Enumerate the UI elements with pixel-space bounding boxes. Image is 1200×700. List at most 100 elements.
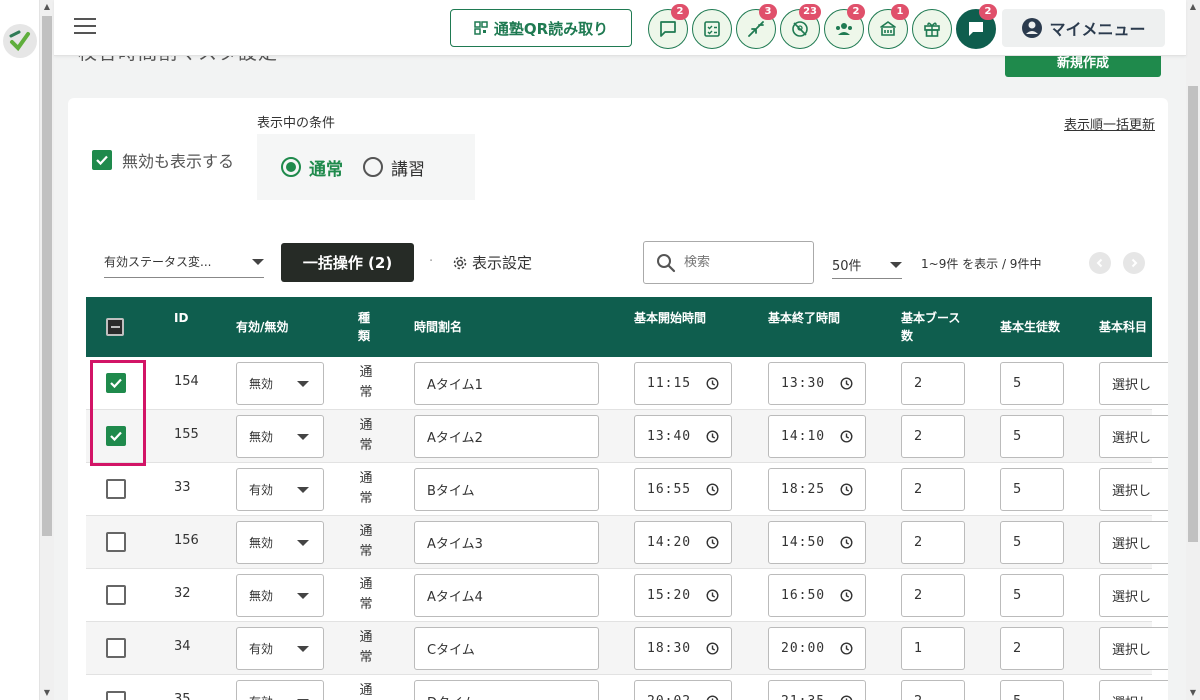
radio-course[interactable]: 講習 [363, 155, 425, 180]
checklist-button[interactable] [692, 9, 732, 49]
row-checkbox[interactable] [106, 479, 126, 499]
radio-normal[interactable]: 通常 [281, 155, 343, 180]
timetable-name-input[interactable]: Aタイム1 [414, 362, 599, 405]
booths-input[interactable]: 2 [901, 521, 965, 564]
timetable-name-input[interactable]: Aタイム2 [414, 415, 599, 458]
status-select[interactable]: 無効 [236, 415, 324, 458]
scroll-down-icon[interactable]: ▼ [1186, 686, 1200, 700]
next-page-button[interactable] [1123, 252, 1145, 274]
start-time-input[interactable]: 13:40 [634, 415, 732, 458]
table-row[interactable]: 34 有効 通常 Cタイム 18:30 20:00 1 2 選択し [86, 622, 1168, 675]
hamburger-menu-icon[interactable] [74, 18, 96, 36]
subject-select[interactable]: 選択し [1099, 415, 1168, 458]
col-name[interactable]: 時間割名 [414, 297, 462, 357]
end-time-input[interactable]: 14:50 [768, 521, 866, 564]
row-checkbox[interactable] [106, 426, 126, 446]
table-row[interactable]: 33 有効 通常 Bタイム 16:55 18:25 2 5 選択し [86, 463, 1168, 516]
students-input[interactable]: 2 [1000, 627, 1064, 670]
status-select[interactable]: 有効 [236, 680, 324, 700]
row-checkbox[interactable] [106, 373, 126, 393]
students-input[interactable]: 5 [1000, 468, 1064, 511]
my-menu-button[interactable]: マイメニュー [1002, 9, 1165, 47]
bulk-action-button[interactable]: 一括操作 (2) [281, 243, 414, 282]
start-time-input[interactable]: 18:30 [634, 627, 732, 670]
end-time-input[interactable]: 14:10 [768, 415, 866, 458]
gift-button[interactable] [912, 9, 952, 49]
booths-input[interactable]: 2 [901, 362, 965, 405]
status-select[interactable]: 無効 [236, 574, 324, 617]
col-kind[interactable]: 種類 [358, 297, 378, 357]
timetable-name-input[interactable]: Aタイム4 [414, 574, 599, 617]
end-time-input[interactable]: 18:25 [768, 468, 866, 511]
scrollbar-thumb[interactable] [1188, 86, 1198, 542]
col-id[interactable]: ID [174, 297, 188, 357]
status-select[interactable]: 有効 [236, 468, 324, 511]
search-box[interactable] [643, 241, 814, 284]
start-time-input[interactable]: 11:15 [634, 362, 732, 405]
start-time-input[interactable]: 15:20 [634, 574, 732, 617]
scrollbar-thumb[interactable] [42, 16, 52, 536]
table-row[interactable]: 154 無効 通常 Aタイム1 11:15 13:30 2 5 選択し [86, 357, 1168, 410]
row-checkbox[interactable] [106, 691, 126, 700]
students-input[interactable]: 5 [1000, 362, 1064, 405]
school-button[interactable]: 1 [868, 4, 909, 49]
row-checkbox[interactable] [106, 638, 126, 658]
group-button[interactable]: 2 [824, 4, 865, 49]
qr-scan-button[interactable]: 通塾QR読み取り [450, 9, 632, 47]
select-all-checkbox[interactable] [106, 318, 124, 336]
table-row[interactable]: 32 無効 通常 Aタイム4 15:20 16:50 2 5 選択し [86, 569, 1168, 622]
scroll-up-icon[interactable]: ▲ [1186, 0, 1200, 14]
app-logo-icon[interactable] [3, 24, 37, 58]
col-active[interactable]: 有効/無効 [236, 297, 288, 357]
col-end[interactable]: 基本終了時間 [768, 297, 840, 357]
location-off-button[interactable]: 23 [780, 4, 821, 49]
subject-select[interactable]: 選択し [1099, 627, 1168, 670]
col-subject[interactable]: 基本科目 [1099, 297, 1147, 357]
students-input[interactable]: 5 [1000, 680, 1064, 700]
timetable-name-input[interactable]: Cタイム [414, 627, 599, 670]
start-time-input[interactable]: 20:02 [634, 680, 732, 700]
display-settings-button[interactable]: 表示設定 [452, 252, 532, 273]
messages-button[interactable]: 2 [956, 4, 997, 49]
show-inactive-toggle[interactable]: 無効も表示する [92, 148, 234, 172]
chat-button[interactable]: 2 [648, 4, 689, 49]
status-change-select[interactable]: 有効ステータス変... [104, 246, 264, 278]
start-time-input[interactable]: 16:55 [634, 468, 732, 511]
per-page-select[interactable]: 50件 [832, 251, 902, 279]
end-time-input[interactable]: 20:00 [768, 627, 866, 670]
search-input[interactable] [684, 255, 794, 270]
subject-select[interactable]: 選択し [1099, 468, 1168, 511]
scroll-up-icon[interactable]: ▲ [40, 0, 54, 14]
start-time-input[interactable]: 14:20 [634, 521, 732, 564]
table-row[interactable]: 156 無効 通常 Aタイム3 14:20 14:50 2 5 選択し [86, 516, 1168, 569]
left-scrollbar[interactable]: ▲ ▼ [40, 0, 54, 700]
status-select[interactable]: 無効 [236, 362, 324, 405]
bulk-sort-update-link[interactable]: 表示順一括更新 [1064, 114, 1155, 133]
booths-input[interactable]: 2 [901, 468, 965, 511]
status-select[interactable]: 無効 [236, 521, 324, 564]
timetable-name-input[interactable]: Bタイム [414, 468, 599, 511]
table-row[interactable]: 35 有効 通常 Dタイム 20:02 21:35 2 5 選択し [86, 675, 1168, 700]
students-input[interactable]: 5 [1000, 521, 1064, 564]
prev-page-button[interactable] [1089, 252, 1111, 274]
subject-select[interactable]: 選択し [1099, 521, 1168, 564]
subject-select[interactable]: 選択し [1099, 362, 1168, 405]
end-time-input[interactable]: 16:50 [768, 574, 866, 617]
timetable-name-input[interactable]: Aタイム3 [414, 521, 599, 564]
row-checkbox[interactable] [106, 585, 126, 605]
end-time-input[interactable]: 13:30 [768, 362, 866, 405]
booths-input[interactable]: 2 [901, 680, 965, 700]
col-students[interactable]: 基本生徒数 [1000, 297, 1060, 357]
students-input[interactable]: 5 [1000, 574, 1064, 617]
page-scrollbar[interactable]: ▲ ▼ [1186, 0, 1200, 700]
booths-input[interactable]: 2 [901, 574, 965, 617]
transfer-button[interactable]: 3 [736, 4, 777, 49]
scroll-down-icon[interactable]: ▼ [40, 686, 54, 700]
students-input[interactable]: 5 [1000, 415, 1064, 458]
booths-input[interactable]: 2 [901, 415, 965, 458]
col-start[interactable]: 基本開始時間 [634, 297, 706, 357]
end-time-input[interactable]: 21:35 [768, 680, 866, 700]
subject-select[interactable]: 選択し [1099, 680, 1168, 700]
table-row[interactable]: 155 無効 通常 Aタイム2 13:40 14:10 2 5 選択し [86, 410, 1168, 463]
timetable-name-input[interactable]: Dタイム [414, 680, 599, 700]
